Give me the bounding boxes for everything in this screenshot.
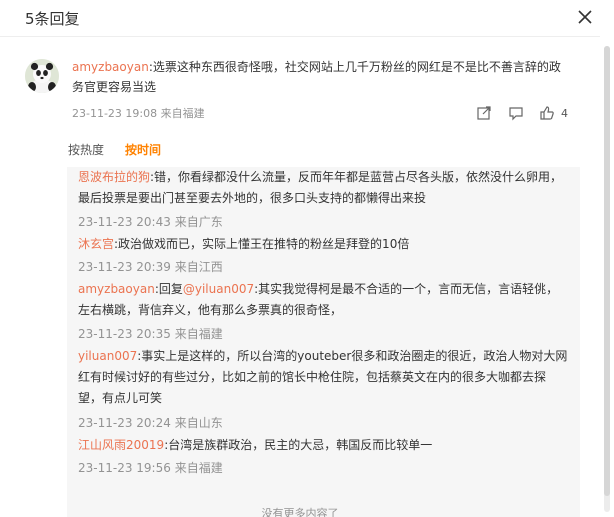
reply-text: :事实上是这样的，所以台湾的youteber很多和政治圈走的很近，政治人物对大网… bbox=[78, 349, 568, 405]
reply-meta: 23-11-23 20:24 来自山东 bbox=[78, 414, 223, 431]
reply-source: 来自福建 bbox=[174, 461, 223, 475]
avatar[interactable] bbox=[25, 59, 59, 93]
reply-source: 来自福建 bbox=[174, 327, 223, 341]
like-button[interactable] bbox=[539, 105, 555, 121]
dialog-body: amyzbaoyan:选票这种东西很奇怪哦，社交网站上几千万粉丝的网红是不是比不… bbox=[0, 36, 600, 517]
reply-time: 23-11-23 19:56 bbox=[78, 461, 171, 475]
reply-meta: 23-11-23 20:39 来自江西 bbox=[78, 258, 223, 275]
reply-prefix: :回复 bbox=[154, 282, 183, 296]
comment-source: 来自福建 bbox=[160, 107, 205, 120]
panda-avatar-icon bbox=[25, 59, 59, 93]
comment-icon[interactable] bbox=[508, 105, 524, 121]
reply-time: 23-11-23 20:39 bbox=[78, 260, 171, 274]
comment-meta: 23-11-23 19:08 来自福建 bbox=[72, 105, 205, 121]
reply-time: 23-11-23 20:43 bbox=[78, 215, 171, 229]
share-button[interactable] bbox=[476, 105, 492, 121]
share-icon[interactable] bbox=[476, 105, 492, 121]
close-button[interactable] bbox=[574, 6, 596, 28]
reply-item: amyzbaoyan:回复@yiluan007:其实我觉得柯是最不合适的一个，言… bbox=[78, 279, 568, 321]
reply-meta: 23-11-23 20:35 来自福建 bbox=[78, 325, 223, 342]
dialog-header: 5条回复 bbox=[0, 0, 614, 36]
reply-time: 23-11-23 20:35 bbox=[78, 327, 171, 341]
scrollbar-thumb[interactable] bbox=[604, 46, 610, 496]
reply-item: 恩波布拉的狗:错，你看绿都没什么流量，反而年年都是蓝营占尽各头版，依然没什么卵用… bbox=[78, 167, 568, 209]
reply-source: 来自江西 bbox=[174, 260, 223, 274]
reply-username[interactable]: 恩波布拉的狗 bbox=[78, 170, 150, 184]
comment-text: amyzbaoyan:选票这种东西很奇怪哦，社交网站上几千万粉丝的网红是不是比不… bbox=[72, 57, 572, 97]
no-more-content: 没有更多内容了 bbox=[261, 507, 339, 517]
comment-username[interactable]: amyzbaoyan bbox=[72, 60, 149, 74]
reply-item: 江山风雨20019:台湾是族群政治，民主的大忌，韩国反而比较单一 bbox=[78, 435, 568, 456]
reply-source: 来自山东 bbox=[174, 416, 223, 430]
reply-item: 沐玄宫:政治做戏而已，实际上懂王在推特的粉丝是拜登的10倍 bbox=[78, 234, 568, 255]
reply-username[interactable]: amyzbaoyan bbox=[78, 282, 155, 296]
sort-by-hot[interactable]: 按热度 bbox=[68, 141, 104, 158]
reply-meta: 23-11-23 19:56 来自福建 bbox=[78, 459, 223, 476]
reply-mention[interactable]: @yiluan007 bbox=[183, 282, 254, 296]
dialog-title: 5条回复 bbox=[25, 10, 80, 28]
like-count: 4 bbox=[561, 107, 568, 120]
comment-button[interactable] bbox=[508, 105, 524, 121]
comment-time: 23-11-23 19:08 bbox=[72, 107, 158, 120]
reply-text: :政治做戏而已，实际上懂王在推特的粉丝是拜登的10倍 bbox=[114, 237, 410, 251]
sort-by-time[interactable]: 按时间 bbox=[125, 141, 161, 158]
close-icon[interactable] bbox=[574, 6, 596, 28]
like-icon[interactable] bbox=[539, 105, 555, 121]
replies-dialog: 5条回复 amyzbaoyan:选票这种东西很奇怪哦，社交网站上几千万粉丝的网红… bbox=[0, 0, 614, 517]
reply-username[interactable]: 江山风雨20019 bbox=[78, 438, 164, 452]
reply-item: yiluan007:事实上是这样的，所以台湾的youteber很多和政治圈走的很… bbox=[78, 346, 568, 409]
reply-list: 恩波布拉的狗:错，你看绿都没什么流量，反而年年都是蓝营占尽各头版，依然没什么卵用… bbox=[67, 167, 580, 517]
reply-source: 来自广东 bbox=[174, 215, 223, 229]
reply-username[interactable]: yiluan007 bbox=[78, 349, 137, 363]
reply-time: 23-11-23 20:24 bbox=[78, 416, 171, 430]
reply-meta: 23-11-23 20:43 来自广东 bbox=[78, 213, 223, 230]
reply-text: :台湾是族群政治，民主的大忌，韩国反而比较单一 bbox=[164, 438, 433, 452]
reply-username[interactable]: 沐玄宫 bbox=[78, 237, 114, 251]
reply-text: :错，你看绿都没什么流量，反而年年都是蓝营占尽各头版，依然没什么卵用，最后投票是… bbox=[78, 170, 563, 205]
